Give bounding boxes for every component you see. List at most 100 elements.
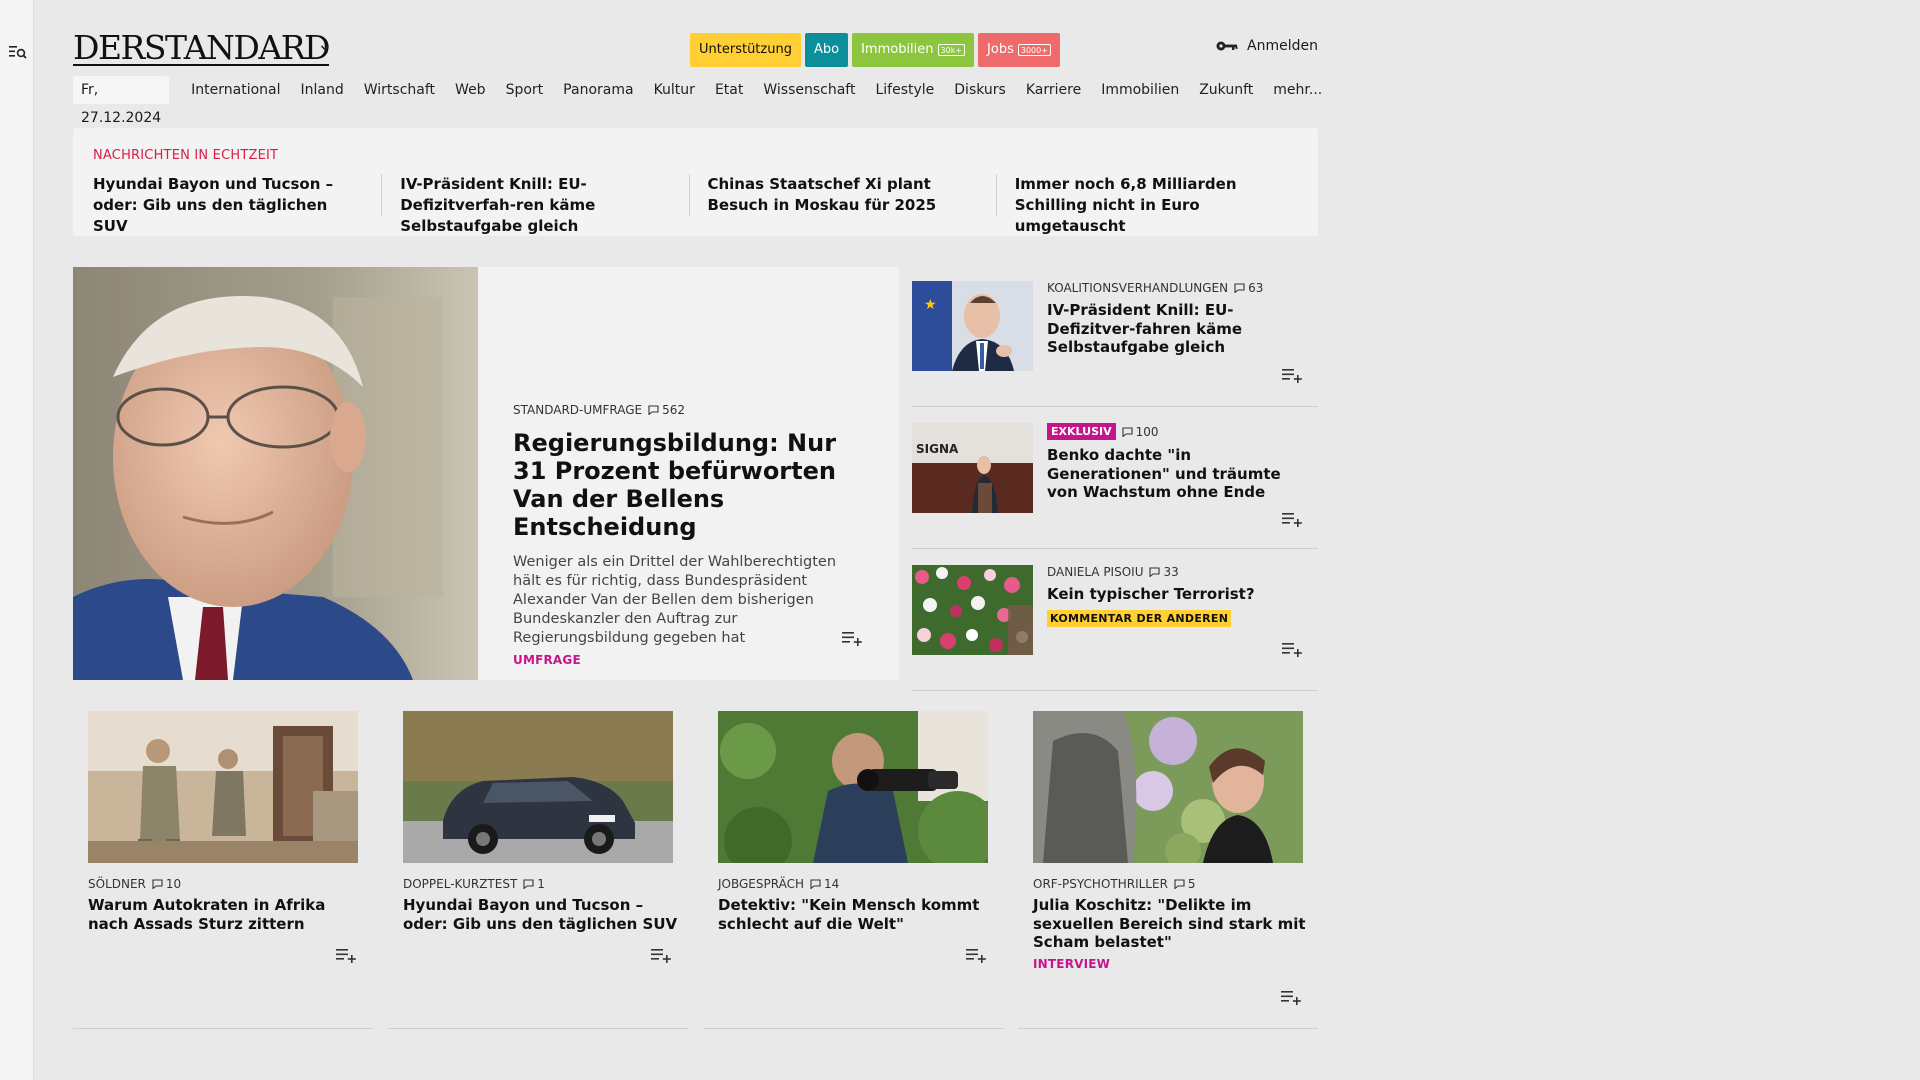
nav-item-web[interactable]: Web — [455, 82, 486, 98]
comment-icon — [152, 879, 163, 889]
login-button[interactable]: Anmelden — [1215, 38, 1318, 54]
jobs-button[interactable]: Jobs 3000+ — [978, 33, 1060, 67]
story-headline[interactable]: IV-Präsident Knill: EU-Defizitver-fahren… — [1047, 301, 1312, 357]
story-headline[interactable]: Benko dachte "in Generationen" und träum… — [1047, 446, 1312, 502]
side-story[interactable]: ★ KOALITIONSVERHANDLUNGEN 63 IV-Präsiden… — [912, 267, 1318, 407]
nav-item-lifestyle[interactable]: Lifestyle — [875, 82, 934, 98]
ticker-item[interactable]: IV-Präsident Knill: EU-Defizitverfah-ren… — [400, 174, 688, 237]
nav-item-kultur[interactable]: Kultur — [654, 82, 695, 98]
nav-item-international[interactable]: International — [191, 82, 280, 98]
nav-item-wirtschaft[interactable]: Wirtschaft — [364, 82, 435, 98]
nav-item-diskurs[interactable]: Diskurs — [954, 82, 1006, 98]
kicker-label: SÖLDNER — [88, 877, 146, 891]
comment-icon — [810, 879, 821, 889]
add-to-list-icon[interactable] — [1281, 989, 1303, 1005]
commentary-badge: KOMMENTAR DER ANDEREN — [1047, 609, 1232, 627]
add-to-list-icon[interactable] — [966, 947, 988, 963]
add-to-list-icon[interactable] — [1282, 367, 1304, 383]
lead-teaser: Weniger als ein Drittel der Wahlberechti… — [513, 554, 837, 646]
kicker-label: STANDARD-UMFRAGE — [513, 403, 643, 417]
side-story[interactable]: SIGNA EXKLUSIV 100 Benko dachte "in Gene… — [912, 409, 1318, 549]
nav-item-inland[interactable]: Inland — [301, 82, 344, 98]
comment-icon — [1122, 426, 1133, 437]
header-pills: Unterstützung Abo Immobilien 30k+ Jobs 3… — [690, 33, 1060, 67]
lead-tag: UMFRAGE — [513, 653, 581, 667]
nav-item-panorama[interactable]: Panorama — [563, 82, 633, 98]
side-story[interactable]: DANIELA PISOIU 33 Kein typischer Terrori… — [912, 551, 1318, 691]
story-headline[interactable]: Kein typischer Terrorist? — [1047, 585, 1312, 604]
immobilien-button[interactable]: Immobilien 30k+ — [852, 33, 975, 67]
ticker-item[interactable]: Chinas Staatschef Xi plant Besuch in Mos… — [707, 174, 995, 237]
comment-icon — [1149, 567, 1161, 577]
comment-icon — [1174, 879, 1185, 889]
story-headline[interactable]: Julia Koschitz: "Delikte im sexuellen Be… — [1033, 896, 1308, 952]
side-story-text: KOALITIONSVERHANDLUNGEN 63 IV-Präsident … — [1047, 281, 1312, 357]
story-kicker: JOBGESPRÄCH 14 — [718, 877, 993, 891]
side-rail — [0, 0, 34, 1080]
comment-count[interactable]: 33 — [1149, 565, 1179, 579]
kicker-label: KOALITIONSVERHANDLUNGEN — [1047, 281, 1229, 295]
kicker-label: JOBGESPRÄCH — [718, 877, 804, 891]
story-card-image — [718, 711, 988, 863]
nav-item-sport[interactable]: Sport — [506, 82, 544, 98]
abo-button[interactable]: Abo — [804, 33, 849, 67]
nav-item-wissenschaft[interactable]: Wissenschaft — [763, 82, 855, 98]
site-logo[interactable]: DERSTANDARD — [73, 28, 331, 67]
nav-item-more[interactable]: mehr... — [1273, 82, 1322, 98]
add-to-list-icon[interactable] — [1282, 641, 1304, 657]
immobilien-label: Immobilien — [861, 42, 934, 57]
story-kicker: SÖLDNER 10 — [88, 877, 363, 891]
nav-item-karriere[interactable]: Karriere — [1026, 82, 1081, 98]
comment-icon — [523, 879, 534, 889]
comment-count[interactable]: 562 — [648, 403, 685, 417]
ticker-item[interactable]: Hyundai Bayon und Tucson – oder: Gib uns… — [93, 174, 381, 237]
exclusive-badge: EXKLUSIV — [1047, 423, 1116, 440]
support-button[interactable]: Unterstützung — [690, 33, 801, 67]
story-card[interactable]: DOPPEL-KURZTEST 1 Hyundai Bayon und Tucs… — [388, 711, 688, 1029]
chevron-down-icon[interactable] — [319, 42, 331, 54]
nav-item-immobilien[interactable]: Immobilien — [1101, 82, 1179, 98]
story-thumbnail: SIGNA — [912, 423, 1033, 513]
story-thumbnail: ★ — [912, 281, 1033, 371]
comment-count-value: 10 — [165, 877, 182, 891]
comment-count-value: 33 — [1163, 565, 1179, 579]
live-news-ticker: NACHRICHTEN IN ECHTZEIT Hyundai Bayon un… — [73, 128, 1318, 236]
add-to-list-icon[interactable] — [842, 630, 864, 646]
interview-tag: INTERVIEW — [1033, 956, 1111, 971]
nav-item-etat[interactable]: Etat — [715, 82, 743, 98]
ticker-item[interactable]: Immer noch 6,8 Milliarden Schilling nich… — [1015, 174, 1303, 237]
story-kicker: DOPPEL-KURZTEST 1 — [403, 877, 678, 891]
comment-count[interactable]: 5 — [1174, 877, 1196, 891]
lead-story[interactable]: STANDARD-UMFRAGE 562 Regierungsbildung: … — [73, 267, 899, 680]
key-icon — [1216, 41, 1238, 51]
nav-item-zukunft[interactable]: Zukunft — [1199, 82, 1253, 98]
story-card[interactable]: ORF-PSYCHOTHRILLER 5 Julia Koschitz: "De… — [1018, 711, 1318, 1029]
kicker-label: DOPPEL-KURZTEST — [403, 877, 518, 891]
add-to-list-icon[interactable] — [1282, 511, 1304, 527]
story-card-image — [88, 711, 358, 863]
comment-count[interactable]: 14 — [810, 877, 839, 891]
date-display: Fr, 27.12.2024 — [73, 76, 170, 126]
comment-icon — [1234, 283, 1245, 293]
story-card-text: SÖLDNER 10 Warum Autokraten in Afrika na… — [88, 877, 363, 933]
story-headline[interactable]: Detektiv: "Kein Mensch kommt schlecht au… — [718, 896, 993, 933]
comment-count[interactable]: 100 — [1122, 425, 1159, 439]
story-card[interactable]: JOBGESPRÄCH 14 Detektiv: "Kein Mensch ko… — [703, 711, 1003, 1029]
main-nav: Fr, 27.12.2024 International Inland Wirt… — [73, 76, 1332, 126]
story-card-image — [403, 711, 673, 863]
comment-count[interactable]: 1 — [523, 877, 545, 891]
add-to-list-icon[interactable] — [651, 947, 673, 963]
story-kicker: DANIELA PISOIU 33 — [1047, 565, 1312, 579]
story-kicker: ORF-PSYCHOTHRILLER 5 — [1033, 877, 1308, 891]
comment-count-value: 14 — [824, 877, 840, 891]
story-headline[interactable]: Hyundai Bayon und Tucson – oder: Gib uns… — [403, 896, 678, 933]
comment-count-value: 5 — [1187, 877, 1196, 891]
comment-count[interactable]: 63 — [1234, 281, 1263, 295]
lead-headline[interactable]: Regierungsbildung: Nur 31 Prozent befürw… — [513, 429, 863, 541]
comment-count[interactable]: 10 — [152, 877, 181, 891]
add-to-list-icon[interactable] — [336, 947, 358, 963]
story-card[interactable]: SÖLDNER 10 Warum Autokraten in Afrika na… — [73, 711, 373, 1029]
story-headline[interactable]: Warum Autokraten in Afrika nach Assads S… — [88, 896, 363, 933]
lead-kicker: STANDARD-UMFRAGE 562 — [513, 403, 863, 417]
search-menu-icon[interactable] — [9, 44, 27, 60]
